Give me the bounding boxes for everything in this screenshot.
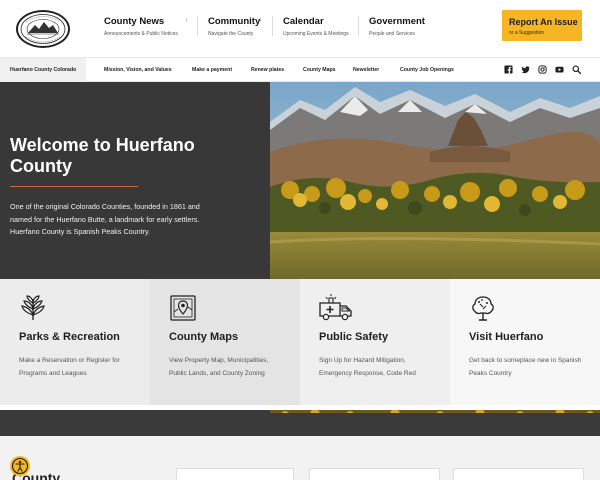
nav-title: Calendar bbox=[283, 16, 324, 27]
accessibility-button[interactable] bbox=[10, 456, 30, 476]
card-county-maps[interactable]: County Maps View Property Map, Municipal… bbox=[150, 279, 300, 405]
card-title: Visit Huerfano bbox=[469, 331, 544, 343]
nav-government[interactable]: Government People and Services ↓ bbox=[369, 16, 425, 37]
preview-card[interactable] bbox=[309, 468, 440, 480]
card-title: County Maps bbox=[169, 331, 239, 343]
nav-title: Community bbox=[208, 16, 261, 27]
accessibility-icon bbox=[11, 457, 29, 475]
subnav-home-label: Huerfano County Colorado bbox=[10, 67, 77, 73]
card-description: View Property Map, Municipalities, Publi… bbox=[169, 357, 269, 377]
wheat-icon bbox=[21, 295, 45, 320]
map-icon bbox=[170, 295, 196, 321]
nav-subtitle: Navigate the County bbox=[208, 31, 254, 37]
card-description: Make a Reservation or Register for Progr… bbox=[19, 357, 120, 377]
tree-icon bbox=[472, 296, 494, 321]
nav-subtitle: Upcoming Events & Meetings bbox=[283, 31, 349, 37]
instagram-icon[interactable] bbox=[538, 65, 547, 74]
seal-icon bbox=[20, 14, 66, 44]
nav-county-news[interactable]: County News Announcements & Public Notic… bbox=[104, 16, 188, 37]
facebook-icon[interactable] bbox=[504, 65, 513, 74]
subnav-link-county-maps[interactable]: County Maps bbox=[303, 67, 336, 73]
autumn-photo-strip bbox=[0, 405, 600, 413]
chevron-down-icon: ↓ bbox=[259, 17, 262, 23]
preview-card[interactable] bbox=[176, 468, 294, 480]
report-issue-button[interactable]: Report An Issue or a Suggestion bbox=[502, 10, 582, 41]
nav-calendar[interactable]: Calendar Upcoming Events & Meetings bbox=[283, 16, 349, 37]
card-description: Sign Up for Hazard Mitigation, Emergency… bbox=[319, 357, 416, 377]
nav-subtitle: Announcements & Public Notices bbox=[104, 31, 178, 37]
hero-description: One of the original Colorado Counties, f… bbox=[10, 202, 200, 236]
nav-title: Government bbox=[369, 16, 425, 27]
card-public-safety[interactable]: Public Safety Sign Up for Hazard Mitigat… bbox=[300, 279, 450, 405]
twitter-icon[interactable] bbox=[521, 65, 530, 74]
site-header: County News Announcements & Public Notic… bbox=[0, 0, 600, 57]
lower-section: County bbox=[0, 436, 600, 480]
report-issue-label: Report An Issue bbox=[509, 17, 578, 27]
hero-divider bbox=[10, 186, 138, 187]
ambulance-icon bbox=[319, 294, 352, 321]
nav-divider bbox=[272, 16, 273, 36]
preview-card[interactable] bbox=[453, 468, 584, 480]
subnav-link-renew-plates[interactable]: Renew plates bbox=[251, 67, 284, 73]
nav-community[interactable]: Community Navigate the County ↓ bbox=[208, 16, 262, 37]
card-description: Get back to someplace new in Spanish Pea… bbox=[469, 357, 582, 377]
nav-subtitle: People and Services bbox=[369, 31, 415, 37]
secondary-nav: Huerfano County Colorado Mission, Vision… bbox=[0, 57, 600, 82]
nav-title: County News bbox=[104, 16, 165, 27]
search-icon[interactable] bbox=[572, 65, 581, 74]
card-title: Public Safety bbox=[319, 331, 389, 343]
subnav-link-job-openings[interactable]: County Job Openings bbox=[400, 67, 454, 73]
dark-divider-band bbox=[0, 413, 600, 436]
card-title: Parks & Recreation bbox=[19, 331, 120, 343]
county-seal-logo[interactable] bbox=[16, 10, 70, 48]
nav-divider bbox=[358, 16, 359, 36]
chevron-down-icon: ↓ bbox=[185, 17, 188, 23]
card-visit-huerfano[interactable]: Visit Huerfano Get back to someplace new… bbox=[450, 279, 600, 405]
subnav-link-mission[interactable]: Mission, Vision, and Values bbox=[104, 67, 172, 73]
subnav-link-payment[interactable]: Make a payment bbox=[192, 67, 232, 73]
youtube-icon[interactable] bbox=[555, 65, 564, 74]
hero-title: Welcome to Huerfano County bbox=[10, 135, 195, 176]
hero-landscape-image bbox=[270, 82, 600, 279]
nav-divider bbox=[197, 16, 198, 36]
card-parks-recreation[interactable]: Parks & Recreation Make a Reservation or… bbox=[0, 279, 150, 405]
report-issue-sublabel: or a Suggestion bbox=[509, 30, 545, 36]
chevron-down-icon: ↓ bbox=[421, 17, 424, 23]
hero-welcome-panel: Welcome to Huerfano County One of the or… bbox=[0, 82, 270, 279]
subnav-home-tab[interactable]: Huerfano County Colorado bbox=[0, 58, 86, 82]
landscape-photo bbox=[270, 82, 600, 279]
subnav-link-newsletter[interactable]: Newsletter bbox=[353, 67, 379, 73]
